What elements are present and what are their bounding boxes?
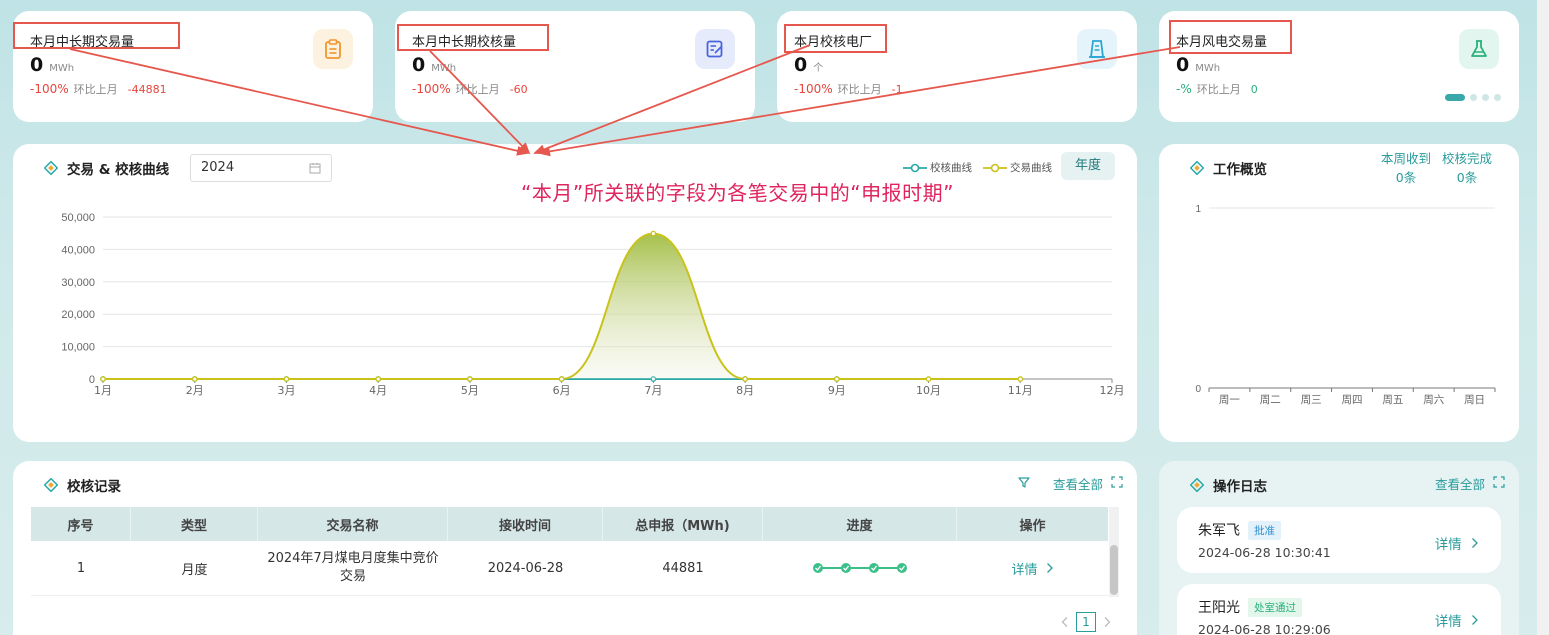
arrow bbox=[533, 44, 811, 154]
arrow bbox=[429, 50, 531, 155]
annotation-arrows bbox=[69, 44, 1181, 157]
arrow bbox=[69, 48, 529, 156]
arrow bbox=[538, 46, 1181, 157]
